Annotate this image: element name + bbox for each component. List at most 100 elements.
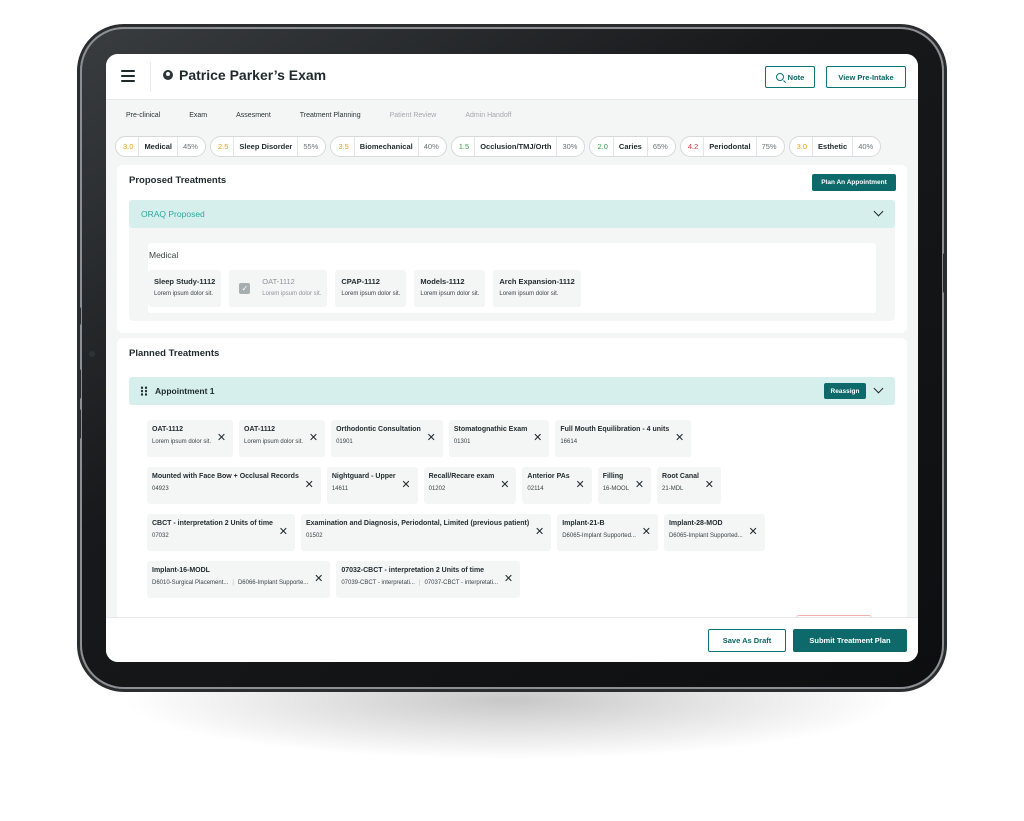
chevron-down-icon[interactable] — [873, 206, 884, 217]
app-header: Patrice Parker’s Exam Note View Pre-Inta… — [106, 54, 918, 100]
planned-treatment-chip[interactable]: Examination and Diagnosis, Periodontal, … — [300, 514, 552, 551]
note-button[interactable]: Note — [765, 66, 815, 88]
save-as-draft-button[interactable]: Save As Draft — [708, 629, 786, 652]
chevron-down-icon[interactable] — [873, 383, 884, 394]
planned-treatment-chip[interactable]: Recall/Recare exam 01202 ✕ — [423, 467, 517, 504]
planned-treatment-code: 07032 — [152, 533, 273, 539]
risk-score: 4.2 — [681, 137, 705, 156]
planned-treatment-code-text: D6066-Implant Supporte... — [237, 580, 309, 586]
close-icon[interactable]: ✕ — [401, 480, 410, 491]
risk-pill[interactable]: 2.0 Caries 65% — [589, 136, 676, 157]
risk-pill[interactable]: 3.0 Medical 45% — [115, 136, 206, 157]
risk-pill[interactable]: 2.5 Sleep Disorder 55% — [209, 136, 327, 157]
drag-handle-icon[interactable] — [140, 386, 148, 396]
tablet-volume-down — [77, 409, 81, 439]
close-icon[interactable]: ✕ — [427, 433, 436, 444]
checkbox-icon[interactable]: ✓ — [239, 283, 251, 294]
tab-assesment[interactable]: Assesment — [236, 112, 271, 119]
planned-treatment-title: Nightguard - Upper — [331, 473, 396, 480]
proposed-treatment-item[interactable]: Sleep Study-1112 Lorem ipsum dolor sit. — [148, 270, 222, 307]
proposed-treatments-title: Proposed Treatments — [129, 175, 227, 186]
view-pre-intake-button[interactable]: View Pre-Intake — [826, 66, 906, 88]
risk-name: Caries — [614, 137, 648, 156]
planned-treatment-chip[interactable]: Mounted with Face Bow + Occlusal Records… — [147, 467, 321, 504]
planned-treatment-code-text: D6065-Implant Supported... — [668, 533, 743, 539]
risk-pill[interactable]: 3.5 Biomechanical 40% — [330, 136, 447, 157]
planned-treatment-chip[interactable]: Implant-16-MODL D6010-Surgical Placement.… — [147, 561, 331, 598]
proposed-treatment-item[interactable]: CPAP-1112 Lorem ipsum dolor sit. — [335, 270, 407, 307]
oraq-proposed-accordion[interactable]: ORAQ Proposed — [129, 200, 895, 228]
risk-pill[interactable]: 3.0 Esthetic 40% — [788, 136, 882, 157]
planned-treatment-code-text: 04923 — [152, 486, 169, 492]
planned-treatment-title: Orthodontic Consultation — [336, 426, 421, 433]
note-button-label: Note — [787, 72, 805, 82]
submit-treatment-plan-button[interactable]: Submit Treatment Plan — [793, 629, 907, 652]
risk-name: Occlusion/TMJ/Orth — [475, 137, 558, 156]
tab-admin-handoff[interactable]: Admin Handoff — [465, 112, 511, 119]
proposed-treatment-item[interactable]: Models-1112 Lorem ipsum dolor sit. — [414, 270, 486, 307]
planned-treatment-chip[interactable]: CBCT - interpretation 2 Units of time 070… — [147, 514, 295, 551]
planned-treatment-code: 01901 — [336, 439, 421, 445]
planned-treatment-chip[interactable]: Implant-21-B D6065-Implant Supported... ✕ — [557, 514, 658, 551]
planned-treatment-chip[interactable]: Full Mouth Equilibration - 4 units 16614 ✕ — [555, 420, 692, 457]
tab-treatment-planning[interactable]: Treatment Planning — [300, 112, 361, 119]
close-icon[interactable]: ✕ — [314, 574, 323, 585]
planned-treatment-title: Root Canal — [662, 473, 699, 480]
close-icon[interactable]: ✕ — [535, 527, 544, 538]
proposed-treatment-desc: Lorem ipsum dolor sit. — [420, 291, 480, 297]
close-icon[interactable]: ✕ — [705, 480, 714, 491]
tab-pre-clinical[interactable]: Pre-clinical — [126, 112, 160, 119]
reassign-button[interactable]: Reassign — [824, 383, 866, 399]
close-icon[interactable]: ✕ — [305, 480, 314, 491]
planned-treatment-chip[interactable]: Stomatognathic Exam 01301 ✕ — [448, 420, 550, 457]
close-icon[interactable]: ✕ — [217, 433, 226, 444]
planned-treatment-chip[interactable]: Root Canal 21-MDL ✕ — [657, 467, 721, 504]
oraq-proposed-label: ORAQ Proposed — [141, 209, 205, 219]
planned-treatment-code-text: 16-MOOL — [602, 486, 630, 492]
planned-treatment-chip[interactable]: OAT-1112 Lorem ipsum dolor sit. ✕ — [239, 420, 326, 457]
risk-score: 1.5 — [452, 137, 476, 156]
risk-percent: 45% — [182, 142, 198, 151]
planned-treatment-chip[interactable]: Filling 16-MOOL ✕ — [597, 467, 652, 504]
risk-score: 2.0 — [590, 137, 614, 156]
plan-appointment-button[interactable]: Plan An Appointment — [812, 174, 896, 191]
planned-treatment-code-text: 01901 — [336, 439, 353, 445]
close-icon[interactable]: ✕ — [533, 433, 542, 444]
app-screen: Patrice Parker’s Exam Note View Pre-Inta… — [106, 54, 918, 662]
planned-treatment-chip[interactable]: Nightguard - Upper 14611 ✕ — [326, 467, 418, 504]
tablet-volume-up — [77, 369, 81, 399]
close-icon[interactable]: ✕ — [642, 527, 651, 538]
planned-treatment-chip[interactable]: Orthodontic Consultation 01901 ✕ — [331, 420, 443, 457]
close-icon[interactable]: ✕ — [279, 527, 288, 538]
close-icon[interactable]: ✕ — [635, 480, 644, 491]
close-icon[interactable]: ✕ — [504, 574, 513, 585]
risk-name: Sleep Disorder — [234, 137, 299, 156]
proposed-treatment-desc: Lorem ipsum dolor sit. — [262, 291, 322, 297]
view-pre-intake-label: View Pre-Intake — [838, 72, 894, 82]
risk-name: Esthetic — [813, 137, 854, 156]
proposed-treatment-item[interactable]: ✓ OAT-1112 Lorem ipsum dolor sit. — [229, 270, 328, 307]
close-icon[interactable]: ✕ — [500, 480, 509, 491]
close-icon[interactable]: ✕ — [675, 433, 684, 444]
page-title-group: Patrice Parker’s Exam — [163, 67, 326, 83]
planned-treatment-code-text: 01202 — [428, 486, 446, 492]
close-icon[interactable]: ✕ — [748, 527, 757, 538]
planned-treatment-chip[interactable]: OAT-1112 Lorem ipsum dolor sit. ✕ — [147, 420, 234, 457]
medical-items: Sleep Study-1112 Lorem ipsum dolor sit. ✓ O… — [148, 270, 581, 307]
tab-patient-review[interactable]: Patient Review — [390, 112, 437, 119]
medical-group: Medical Sleep Study-1112 Lorem ipsum dolo… — [148, 243, 876, 313]
proposed-treatment-item[interactable]: Arch Expansion-1112 Lorem ipsum dolor sit… — [493, 270, 581, 307]
tab-exam[interactable]: Exam — [189, 112, 207, 119]
planned-treatment-row: CBCT - interpretation 2 Units of time 070… — [147, 514, 887, 551]
planned-treatment-chip[interactable]: 07032-CBCT - interpretation 2 Units of t… — [336, 561, 521, 598]
planned-treatment-chip[interactable]: Implant-28-MOD D6065-Implant Supported...… — [663, 514, 765, 551]
risk-pill[interactable]: 4.2 Periodontal 75% — [679, 136, 785, 157]
planned-treatment-title: OAT-1112 — [152, 426, 184, 433]
appointment-accordion[interactable]: Appointment 1 Reassign — [129, 377, 895, 405]
hamburger-icon[interactable] — [121, 70, 135, 82]
planned-treatment-code-text: 07032 — [152, 533, 169, 539]
risk-pill[interactable]: 1.5 Occlusion/TMJ/Orth 30% — [450, 136, 586, 157]
close-icon[interactable]: ✕ — [309, 433, 318, 444]
close-icon[interactable]: ✕ — [575, 480, 584, 491]
planned-treatment-chip[interactable]: Anterior PAs 02114 ✕ — [522, 467, 592, 504]
